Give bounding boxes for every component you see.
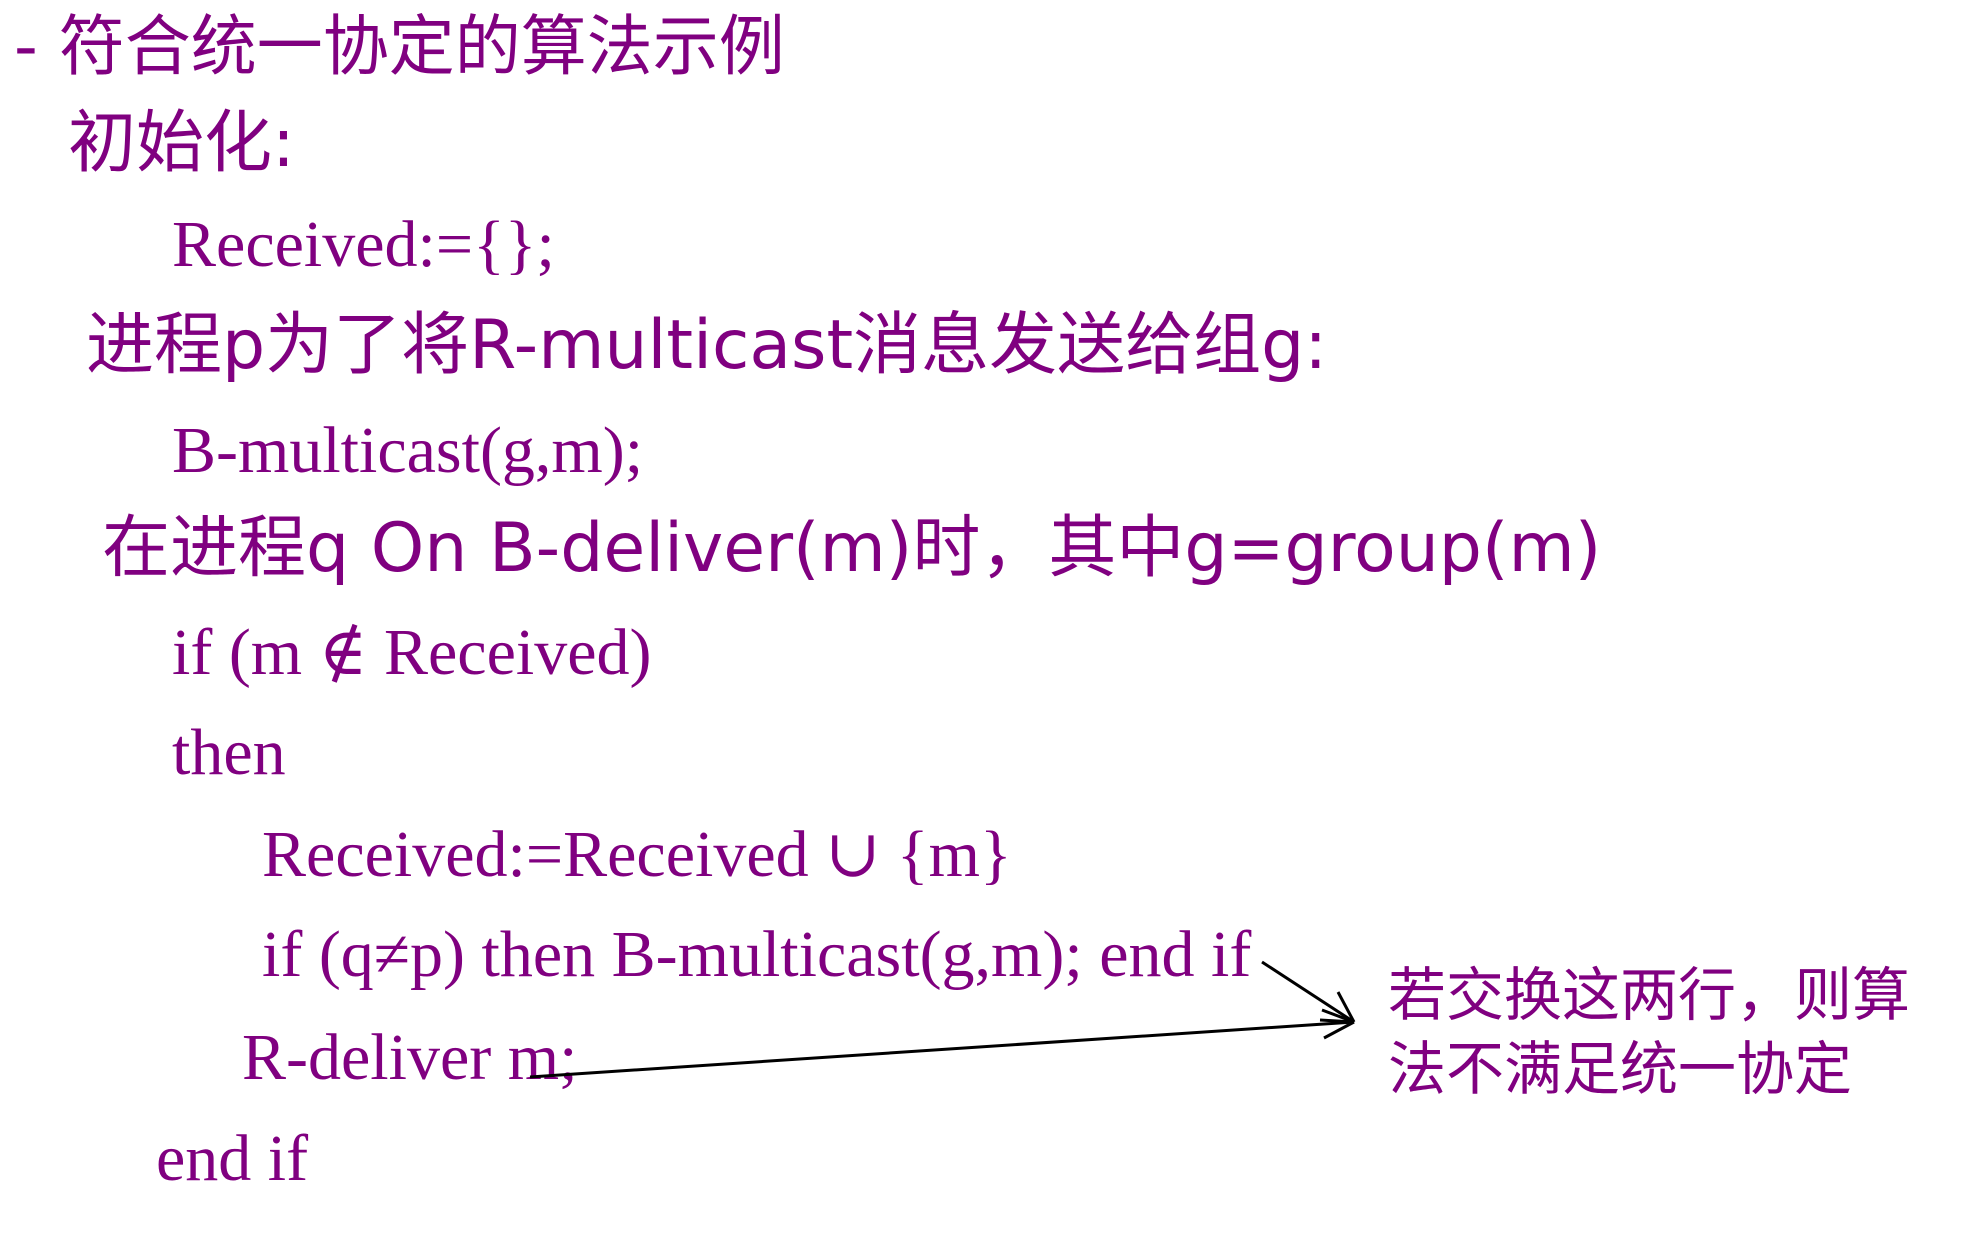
slide: - 符合统一协定的算法示例 初始化: Received:={}; 进程p为了将R… (0, 0, 1976, 1246)
arrow-from-rdeliver-line (529, 1008, 1355, 1079)
swap-arrows (529, 960, 1356, 1079)
arrow-from-relay-line (1261, 960, 1356, 1024)
